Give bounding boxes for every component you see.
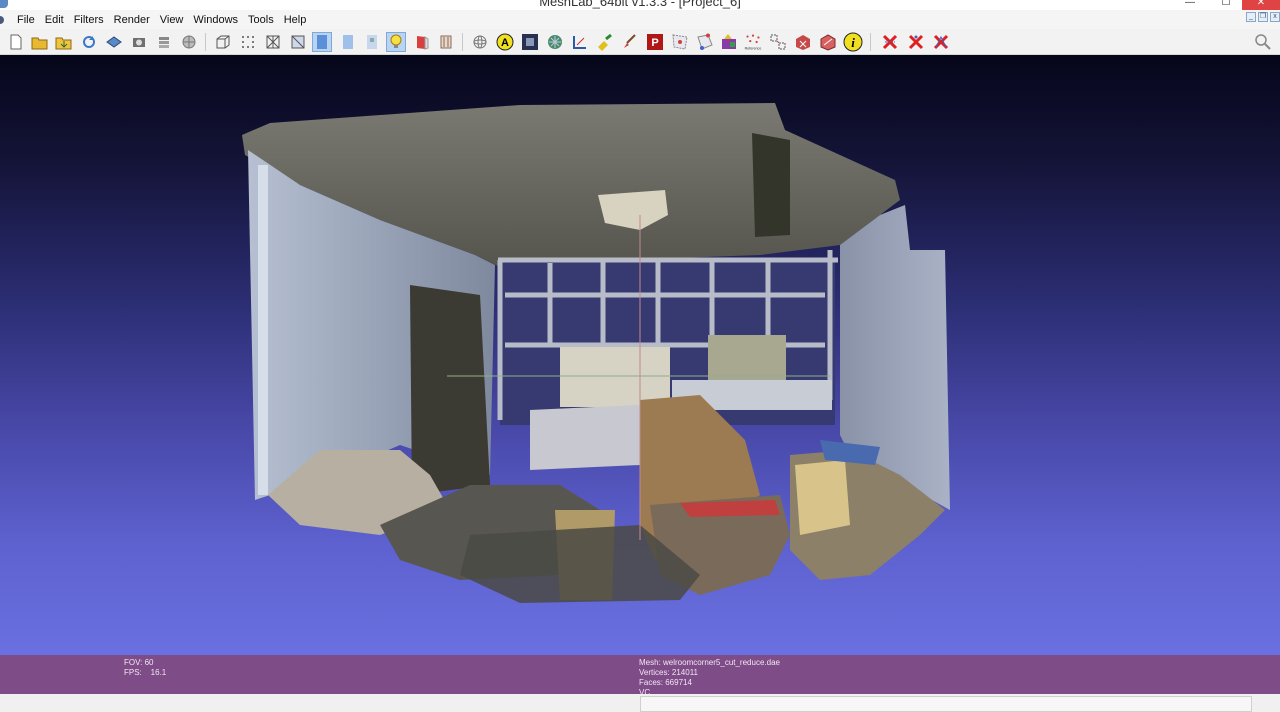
svg-text:P: P <box>651 37 658 49</box>
red-object <box>680 500 780 517</box>
paint-color-icon[interactable] <box>719 32 739 52</box>
raster-icon[interactable] <box>179 32 199 52</box>
mdi-minimize-button[interactable]: _ <box>1246 12 1256 22</box>
door-mesh <box>410 285 490 495</box>
cabinet <box>530 405 640 470</box>
paint-icon[interactable] <box>595 32 615 52</box>
snapshot-icon[interactable] <box>129 32 149 52</box>
yellow-box <box>795 460 850 535</box>
delete-selection-icon[interactable] <box>793 32 813 52</box>
reference-icon[interactable]: Reference <box>743 32 763 52</box>
reload-icon[interactable] <box>79 32 99 52</box>
pickpoints-icon[interactable]: P <box>645 32 665 52</box>
info-icon[interactable]: i <box>843 32 863 52</box>
annotation-icon[interactable]: A <box>495 32 515 52</box>
smooth-shading-icon[interactable] <box>338 32 358 52</box>
mesh-name: Mesh: welroomcorner5_cut_reduce.dae <box>639 658 780 667</box>
menu-help[interactable]: Help <box>279 14 312 26</box>
mdi-close-button[interactable]: x <box>1270 12 1280 22</box>
menu-tools[interactable]: Tools <box>243 14 279 26</box>
vertex-count: Vertices: 214011 <box>639 668 699 677</box>
layers-icon[interactable] <box>154 32 174 52</box>
bounding-box-icon[interactable] <box>213 32 233 52</box>
toolbar-separator <box>462 33 463 51</box>
select-connected-icon[interactable] <box>818 32 838 52</box>
select-faces-icon[interactable] <box>670 32 690 52</box>
points-icon[interactable] <box>238 32 258 52</box>
delete-faces-icon[interactable] <box>880 32 900 52</box>
info-panel: FOV: 60 FPS: 16.1 Mesh: welroomcorner5_c… <box>0 655 1280 694</box>
log-panel[interactable] <box>640 696 1252 712</box>
svg-text:i: i <box>851 35 855 50</box>
3d-viewport[interactable] <box>0 55 1280 655</box>
svg-text:A: A <box>501 37 509 49</box>
close-button[interactable]: ✕ <box>1242 0 1280 10</box>
toolbar-separator <box>870 33 871 51</box>
mesh-render <box>242 103 950 603</box>
selection-rect-icon[interactable] <box>520 32 540 52</box>
face-count: Faces: 669714 <box>639 678 692 687</box>
light-bulb-icon[interactable] <box>386 32 406 52</box>
align-icon[interactable] <box>768 32 788 52</box>
whiteboard-left <box>560 347 670 407</box>
render-info: FOV: 60 FPS: 16.1 <box>124 658 166 678</box>
import-mesh-icon[interactable] <box>54 32 74 52</box>
trackball-icon[interactable] <box>470 32 490 52</box>
mesh-info: Mesh: welroomcorner5_cut_reduce.dae Vert… <box>639 658 780 694</box>
window-title: MeshLab_64bit v1.3.3 - [Project_6] <box>539 0 741 9</box>
fov-readout: FOV: 60 <box>124 658 154 667</box>
export-mesh-icon[interactable] <box>104 32 124 52</box>
menu-view[interactable]: View <box>155 14 189 26</box>
texture-icon[interactable] <box>362 32 382 52</box>
search-icon[interactable] <box>1254 33 1272 51</box>
menu-filters[interactable]: Filters <box>69 14 109 26</box>
open-project-icon[interactable] <box>30 32 50 52</box>
ceiling-beam <box>752 133 790 237</box>
delete-all-icon[interactable] <box>931 32 951 52</box>
delete-vertices-icon[interactable] <box>906 32 926 52</box>
maximize-button[interactable]: ☐ <box>1212 0 1240 10</box>
hidden-lines-icon[interactable] <box>288 32 308 52</box>
menu-windows[interactable]: Windows <box>188 14 243 26</box>
status-bar <box>0 694 1280 712</box>
system-menu-icon[interactable] <box>0 13 6 27</box>
wireframe-icon[interactable] <box>263 32 283 52</box>
select-vertices-icon[interactable] <box>695 32 715 52</box>
minimize-button[interactable]: — <box>1176 0 1204 10</box>
back-face-icon[interactable] <box>412 32 432 52</box>
title-bar: MeshLab_64bit v1.3.3 - [Project_6] — ☐ ✕ <box>0 0 1280 10</box>
fps-readout: FPS: 16.1 <box>124 668 167 677</box>
mdi-window-controls: _ ❐ x <box>1246 12 1280 22</box>
measure-tool-icon[interactable] <box>570 32 590 52</box>
menu-file[interactable]: File <box>12 14 40 26</box>
mdi-restore-button[interactable]: ❐ <box>1258 12 1268 22</box>
reference-label: Reference <box>745 46 762 50</box>
brush-icon[interactable] <box>620 32 640 52</box>
toolbar-separator <box>205 33 206 51</box>
menu-bar: File Edit Filters Render View Windows To… <box>0 10 1280 29</box>
menu-render[interactable]: Render <box>109 14 155 26</box>
flat-shading-icon[interactable] <box>312 32 332 52</box>
left-wall-edge <box>258 165 268 495</box>
main-toolbar: A P Reference i <box>0 29 1280 55</box>
texture-ball-icon[interactable] <box>545 32 565 52</box>
new-project-icon[interactable] <box>6 32 26 52</box>
menu-edit[interactable]: Edit <box>40 14 69 26</box>
color-icon[interactable] <box>436 32 456 52</box>
